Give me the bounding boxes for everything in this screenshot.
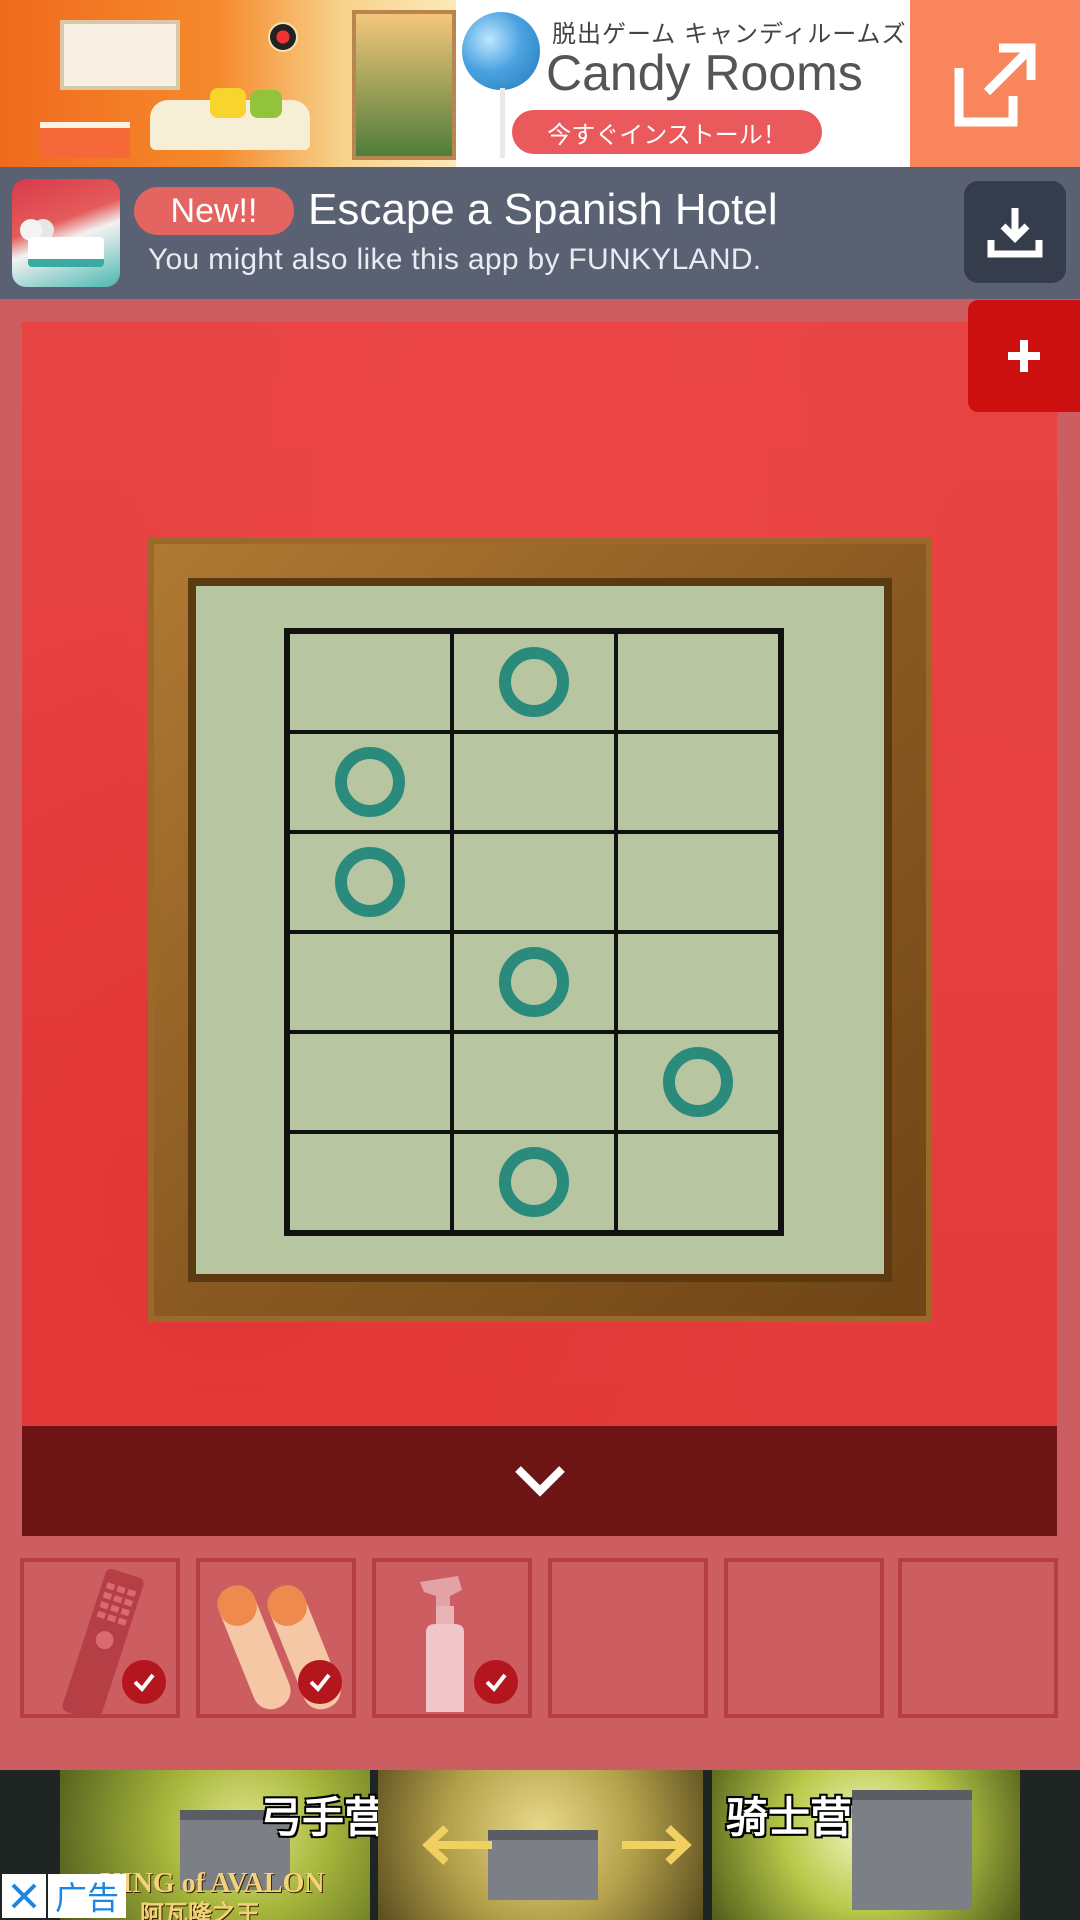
download-button[interactable] [964, 181, 1066, 283]
grid-cell [288, 932, 452, 1032]
circle-mark-icon [499, 1147, 569, 1217]
circle-mark-icon [335, 747, 405, 817]
promo-app-thumbnail [12, 179, 120, 287]
ad-label-right: 骑士营 [726, 1794, 853, 1841]
hint-plus-button[interactable] [968, 300, 1080, 412]
grid-cell [452, 1132, 616, 1232]
grid-cell [452, 832, 616, 932]
ad-panel-knights: 骑士营 [712, 1770, 1020, 1920]
circle-mark-icon [335, 847, 405, 917]
cross-promo-bar[interactable]: New!! Escape a Spanish Hotel You might a… [0, 167, 1080, 299]
inventory-bar [20, 1558, 1060, 1720]
arrow-left-icon [422, 1825, 492, 1865]
ad-close-button[interactable] [2, 1874, 46, 1918]
ad-title: Candy Rooms [546, 45, 863, 101]
game-scene[interactable] [22, 322, 1057, 1426]
close-icon [11, 1883, 37, 1909]
ad-panel-center [378, 1770, 703, 1920]
check-icon [474, 1660, 518, 1704]
check-icon [298, 1660, 342, 1704]
check-icon [122, 1660, 166, 1704]
circle-mark-icon [499, 947, 569, 1017]
grid-cell [288, 732, 452, 832]
external-link-icon [954, 43, 1036, 126]
inventory-slot-5[interactable] [724, 1558, 884, 1718]
circle-grid [284, 628, 784, 1236]
puzzle-board [196, 586, 884, 1274]
grid-cell [616, 632, 780, 732]
ad-tag: 广告 [48, 1874, 126, 1918]
ad-room-image [0, 0, 456, 167]
grid-cell [288, 832, 452, 932]
inventory-slot-3[interactable] [372, 1558, 532, 1718]
inventory-slot-2[interactable] [196, 1558, 356, 1718]
arrow-right-icon [622, 1825, 692, 1865]
grid-cell [452, 732, 616, 832]
king-of-avalon-logo-cn: 阿瓦隆之王 [140, 1901, 260, 1920]
circle-mark-icon [663, 1047, 733, 1117]
grid-cell [452, 932, 616, 1032]
plus-icon [1008, 340, 1040, 372]
grid-cell [452, 1032, 616, 1132]
ad-label-left: 弓手营 [260, 1794, 387, 1841]
grid-cell [616, 1132, 780, 1232]
ad-open-button[interactable] [910, 0, 1080, 167]
grid-cell [452, 632, 616, 732]
promo-subtitle: You might also like this app by FUNKYLAN… [148, 243, 762, 276]
grid-cell [616, 732, 780, 832]
bottom-ad-banner[interactable]: 弓手营 骑士营 KING of AVALON 阿瓦隆之王 [0, 1770, 1080, 1920]
back-button[interactable] [22, 1426, 1057, 1536]
inventory-slot-1[interactable] [20, 1558, 180, 1718]
grid-cell [616, 832, 780, 932]
chevron-down-icon [514, 1466, 565, 1497]
inventory-slot-4[interactable] [548, 1558, 708, 1718]
lollipop-logo-icon [462, 12, 540, 90]
new-badge: New!! [134, 187, 294, 235]
circle-mark-icon [499, 647, 569, 717]
picture-frame[interactable] [148, 538, 932, 1322]
grid-cell [616, 932, 780, 1032]
promo-title: Escape a Spanish Hotel [308, 185, 778, 234]
grid-cell [616, 1032, 780, 1132]
download-icon [987, 208, 1043, 258]
grid-cell [288, 632, 452, 732]
inventory-slot-6[interactable] [898, 1558, 1058, 1718]
ad-install-button[interactable]: 今すぐインストール！ [512, 110, 822, 154]
top-ad-banner[interactable]: 脱出ゲーム キャンディルームズ Candy Rooms 今すぐインストール！ [0, 0, 1080, 167]
grid-cell [288, 1032, 452, 1132]
grid-cell [288, 1132, 452, 1232]
